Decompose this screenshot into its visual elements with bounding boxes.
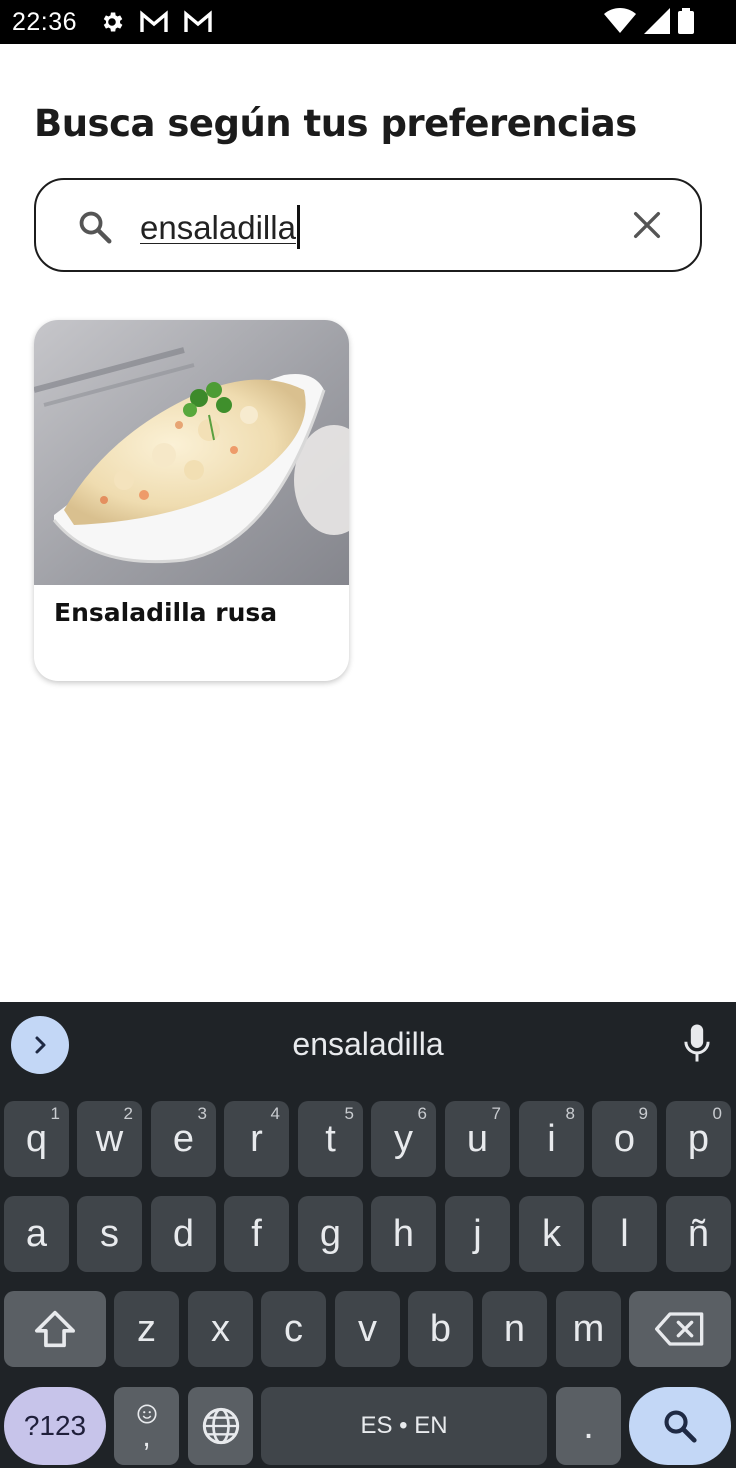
key-h[interactable]: h <box>371 1196 436 1272</box>
key-n[interactable]: n <box>482 1291 547 1367</box>
emoji-comma-key[interactable]: , <box>114 1387 179 1465</box>
key-r[interactable]: r4 <box>224 1101 289 1177</box>
key-hint: 0 <box>712 1104 722 1123</box>
soft-keyboard: ensaladilla q1 w2 e3 r4 t5 y6 u7 i8 o9 p… <box>0 1002 736 1468</box>
signal-icon <box>644 8 670 34</box>
symbols-key[interactable]: ?123 <box>4 1387 106 1465</box>
wifi-icon <box>604 8 636 33</box>
status-time: 22:36 <box>12 7 78 36</box>
key-w[interactable]: w2 <box>77 1101 142 1177</box>
search-input-text: ensaladilla <box>140 209 296 246</box>
backspace-icon <box>655 1312 704 1346</box>
key-hint: 2 <box>123 1104 133 1123</box>
key-hint: 4 <box>270 1104 280 1123</box>
key-u-label: u <box>466 1117 489 1160</box>
screen: 22:36 Busca según tus preferencias ensal… <box>0 0 736 1468</box>
key-j[interactable]: j <box>445 1196 510 1272</box>
key-hint: 9 <box>638 1104 648 1123</box>
key-hint: 7 <box>491 1104 501 1123</box>
key-i[interactable]: i8 <box>519 1101 584 1177</box>
key-d[interactable]: d <box>151 1196 216 1272</box>
search-icon <box>664 1410 697 1443</box>
key-w-label: w <box>95 1117 124 1160</box>
search-input[interactable]: ensaladilla <box>140 205 300 249</box>
shift-key[interactable] <box>4 1291 106 1367</box>
key-c[interactable]: c <box>261 1291 326 1367</box>
key-o[interactable]: o9 <box>592 1101 657 1177</box>
shift-icon <box>34 1310 75 1348</box>
space-key[interactable]: ES • EN <box>261 1387 547 1465</box>
key-p-label: p <box>687 1117 710 1160</box>
key-k[interactable]: k <box>519 1196 584 1272</box>
key-s[interactable]: s <box>77 1196 142 1272</box>
search-action-key[interactable] <box>629 1387 731 1465</box>
backspace-key[interactable] <box>629 1291 731 1367</box>
gmail-icon <box>184 10 212 32</box>
key-u[interactable]: u7 <box>445 1101 510 1177</box>
key-o-label: o <box>613 1117 636 1160</box>
key-t-label: t <box>325 1117 336 1160</box>
microphone-icon[interactable] <box>682 1022 712 1064</box>
close-icon[interactable] <box>630 208 664 242</box>
key-x[interactable]: x <box>188 1291 253 1367</box>
key-v[interactable]: v <box>335 1291 400 1367</box>
gmail-icon <box>140 10 168 32</box>
search-field[interactable]: ensaladilla <box>34 178 702 272</box>
key-hint: 3 <box>197 1104 207 1123</box>
key-y-label: y <box>394 1117 413 1160</box>
key-q[interactable]: q1 <box>4 1101 69 1177</box>
key-z[interactable]: z <box>114 1291 179 1367</box>
key-l[interactable]: l <box>592 1196 657 1272</box>
key-b[interactable]: b <box>408 1291 473 1367</box>
globe-icon <box>202 1407 239 1445</box>
key-p[interactable]: p0 <box>666 1101 731 1177</box>
key-g[interactable]: g <box>298 1196 363 1272</box>
key-n-tilde[interactable]: ñ <box>666 1196 731 1272</box>
key-e-label: e <box>172 1117 195 1160</box>
key-t[interactable]: t5 <box>298 1101 363 1177</box>
key-y[interactable]: y6 <box>371 1101 436 1177</box>
text-cursor <box>296 205 300 249</box>
key-hint: 8 <box>565 1104 575 1123</box>
language-key[interactable] <box>188 1387 253 1465</box>
key-hint: 1 <box>50 1104 60 1123</box>
battery-icon <box>678 8 694 34</box>
key-e[interactable]: e3 <box>151 1101 216 1177</box>
key-m[interactable]: m <box>556 1291 621 1367</box>
gear-icon <box>103 12 123 32</box>
key-a[interactable]: a <box>4 1196 69 1272</box>
suggestion-bar: ensaladilla <box>0 1002 736 1090</box>
word-suggestion[interactable]: ensaladilla <box>0 1026 736 1063</box>
potato-salad-photo <box>34 320 349 585</box>
key-q-label: q <box>25 1117 48 1160</box>
key-i-label: i <box>547 1117 556 1160</box>
page-title: Busca según tus preferencias <box>34 102 637 145</box>
recipe-title: Ensaladilla rusa <box>54 598 278 627</box>
key-f[interactable]: f <box>224 1196 289 1272</box>
search-icon <box>79 211 112 244</box>
status-bar: 22:36 <box>0 0 736 44</box>
recipe-card[interactable]: Ensaladilla rusa <box>34 320 349 681</box>
key-hint: 5 <box>344 1104 354 1123</box>
key-r-label: r <box>250 1117 263 1160</box>
comma-label: , <box>142 1420 151 1453</box>
period-key[interactable]: . <box>556 1387 621 1465</box>
key-hint: 6 <box>417 1104 427 1123</box>
